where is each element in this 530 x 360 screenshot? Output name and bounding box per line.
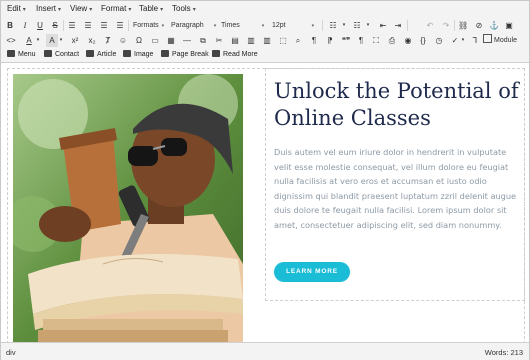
toolbar-separator bbox=[454, 20, 455, 31]
student-photo bbox=[13, 74, 243, 342]
toolbar-row-1: B I U S ☰ ☰ ☰ ☰ Formats ▾ Paragraph ▾ Time… bbox=[1, 18, 529, 33]
menubar: Edit ▾ Insert ▾ View ▾ Format ▾ Table ▾ Tools… bbox=[1, 1, 529, 18]
editor-content-area[interactable]: Unlock the Potential of Online Classes D… bbox=[1, 63, 529, 344]
media-icon[interactable]: ▭ bbox=[150, 34, 160, 47]
spellcheck-icon[interactable]: ✓ bbox=[450, 34, 460, 47]
read-more-icon bbox=[212, 50, 220, 57]
paste-word-icon[interactable]: ▥ bbox=[262, 34, 272, 47]
text-color-icon[interactable]: A bbox=[23, 34, 35, 47]
toolbar-row-3: Menu Contact Article Image Page Break Re… bbox=[1, 47, 529, 62]
italic-button[interactable]: I bbox=[20, 19, 30, 32]
image-icon bbox=[123, 50, 131, 57]
preview-icon[interactable]: ◉ bbox=[403, 34, 413, 47]
numbered-list-icon[interactable]: ☷ bbox=[351, 19, 363, 32]
word-count: Words: 213 bbox=[484, 348, 523, 357]
emoji-icon[interactable]: ☺ bbox=[118, 34, 128, 47]
formats-dropdown[interactable]: Formats ▾ bbox=[133, 19, 164, 32]
blockquote-button[interactable]: ❝❞ bbox=[340, 34, 352, 47]
align-justify-icon[interactable]: ☰ bbox=[115, 19, 125, 32]
body-paragraph[interactable]: Duis autem vel eum iriure dolor in hendr… bbox=[274, 145, 524, 232]
chevron-down-icon[interactable]: ▾ bbox=[341, 19, 347, 32]
align-right-icon[interactable]: ☰ bbox=[99, 19, 109, 32]
chevron-down-icon[interactable]: ▾ bbox=[58, 34, 64, 47]
menu-tools[interactable]: Tools ▾ bbox=[172, 4, 196, 13]
background-color-icon[interactable]: A bbox=[46, 34, 58, 47]
font-size-dropdown[interactable]: 12pt ▾ bbox=[272, 19, 314, 32]
toolbar-separator bbox=[407, 20, 408, 31]
insert-contact-button[interactable]: Contact bbox=[44, 48, 79, 61]
contact-icon bbox=[44, 50, 52, 57]
toolbar-separator bbox=[63, 20, 64, 31]
module-button[interactable]: Module bbox=[483, 34, 517, 47]
image-icon[interactable]: ▣ bbox=[504, 19, 514, 32]
page-heading[interactable]: Unlock the Potential of Online Classes bbox=[274, 78, 524, 132]
menu-table[interactable]: Table ▾ bbox=[139, 4, 163, 13]
outdent-icon[interactable]: ⇤ bbox=[378, 19, 388, 32]
subscript-button[interactable]: x₂ bbox=[85, 34, 99, 47]
code-view-icon[interactable]: <> bbox=[5, 34, 17, 47]
table-icon[interactable]: ▦ bbox=[166, 34, 176, 47]
learn-more-button[interactable]: LEARN MORE bbox=[274, 262, 350, 282]
element-path[interactable]: div bbox=[6, 348, 16, 357]
insert-read-more-button[interactable]: Read More bbox=[212, 48, 258, 61]
print-icon[interactable]: ⎙ bbox=[387, 34, 397, 47]
menu-format[interactable]: Format ▾ bbox=[101, 4, 131, 13]
special-char-button[interactable]: Ω bbox=[134, 34, 144, 47]
copy-icon[interactable]: ⧉ bbox=[198, 34, 208, 47]
redo-icon[interactable]: ↷ bbox=[441, 19, 451, 32]
menu-insert[interactable]: Insert ▾ bbox=[36, 4, 61, 13]
statusbar: div Words: 213 bbox=[1, 342, 529, 360]
toolbar-separator bbox=[128, 20, 129, 31]
unlink-icon[interactable]: ⊘ bbox=[474, 19, 484, 32]
chevron-down-icon[interactable]: ▾ bbox=[35, 34, 41, 47]
menu-edit[interactable]: Edit ▾ bbox=[7, 4, 26, 13]
toolbar-separator bbox=[322, 20, 323, 31]
insert-menu-button[interactable]: Menu bbox=[7, 48, 36, 61]
underline-button[interactable]: U bbox=[35, 19, 45, 32]
menu-view[interactable]: View ▾ bbox=[70, 4, 92, 13]
insert-article-button[interactable]: Article bbox=[86, 48, 116, 61]
module-icon bbox=[483, 34, 492, 43]
source-code-icon[interactable]: {} bbox=[418, 34, 428, 47]
horizontal-rule-icon[interactable]: — bbox=[182, 34, 192, 47]
paste-icon[interactable]: ▤ bbox=[230, 34, 240, 47]
cut-icon[interactable]: ✂ bbox=[214, 34, 224, 47]
visual-chars-button[interactable]: ¶ bbox=[356, 34, 366, 47]
page-break-icon bbox=[161, 50, 169, 57]
editor-window: Edit ▾ Insert ▾ View ▾ Format ▾ Table ▾ Tools… bbox=[0, 0, 530, 360]
block-format-dropdown[interactable]: Paragraph ▾ bbox=[171, 19, 216, 32]
anchor-icon[interactable]: ⚓ bbox=[489, 19, 499, 32]
align-left-icon[interactable]: ☰ bbox=[67, 19, 77, 32]
indent-icon[interactable]: ⇥ bbox=[393, 19, 403, 32]
superscript-button[interactable]: x² bbox=[68, 34, 82, 47]
strikethrough-button[interactable]: S bbox=[50, 19, 60, 32]
undo-icon[interactable]: ↶ bbox=[425, 19, 435, 32]
bullet-list-icon[interactable]: ☷ bbox=[327, 19, 339, 32]
align-center-icon[interactable]: ☰ bbox=[83, 19, 93, 32]
clear-format-icon[interactable]: Ⱦ bbox=[103, 34, 113, 47]
chevron-down-icon[interactable]: ▾ bbox=[460, 34, 466, 47]
link-icon[interactable]: ⛓ bbox=[458, 19, 468, 32]
select-all-icon[interactable]: ⬚ bbox=[278, 34, 288, 47]
visual-blocks-button[interactable]: ¶ bbox=[309, 34, 319, 47]
hero-image[interactable] bbox=[13, 74, 243, 342]
remove-format-icon[interactable]: Ꞁ bbox=[470, 34, 480, 47]
insert-image-button[interactable]: Image bbox=[123, 48, 153, 61]
toolbar-row-2: <> A ▾ A ▾ x² x₂ Ⱦ ☺ Ω ▭ ▦ — ⧉ ✂ ▤ ▥ ▥ ⬚… bbox=[1, 33, 529, 48]
find-replace-icon[interactable]: ⌕ bbox=[293, 34, 303, 47]
bold-button[interactable]: B bbox=[5, 19, 15, 32]
menu-icon bbox=[7, 50, 15, 57]
paste-text-icon[interactable]: ▥ bbox=[246, 34, 256, 47]
font-family-dropdown[interactable]: Times ▾ bbox=[221, 19, 264, 32]
article-icon bbox=[86, 50, 94, 57]
chevron-down-icon[interactable]: ▾ bbox=[365, 19, 371, 32]
time-icon[interactable]: ◷ bbox=[434, 34, 444, 47]
insert-page-break-button[interactable]: Page Break bbox=[161, 48, 209, 61]
fullscreen-icon[interactable]: ⛶ bbox=[371, 34, 381, 47]
ltr-icon[interactable]: ⁋ bbox=[325, 34, 335, 47]
